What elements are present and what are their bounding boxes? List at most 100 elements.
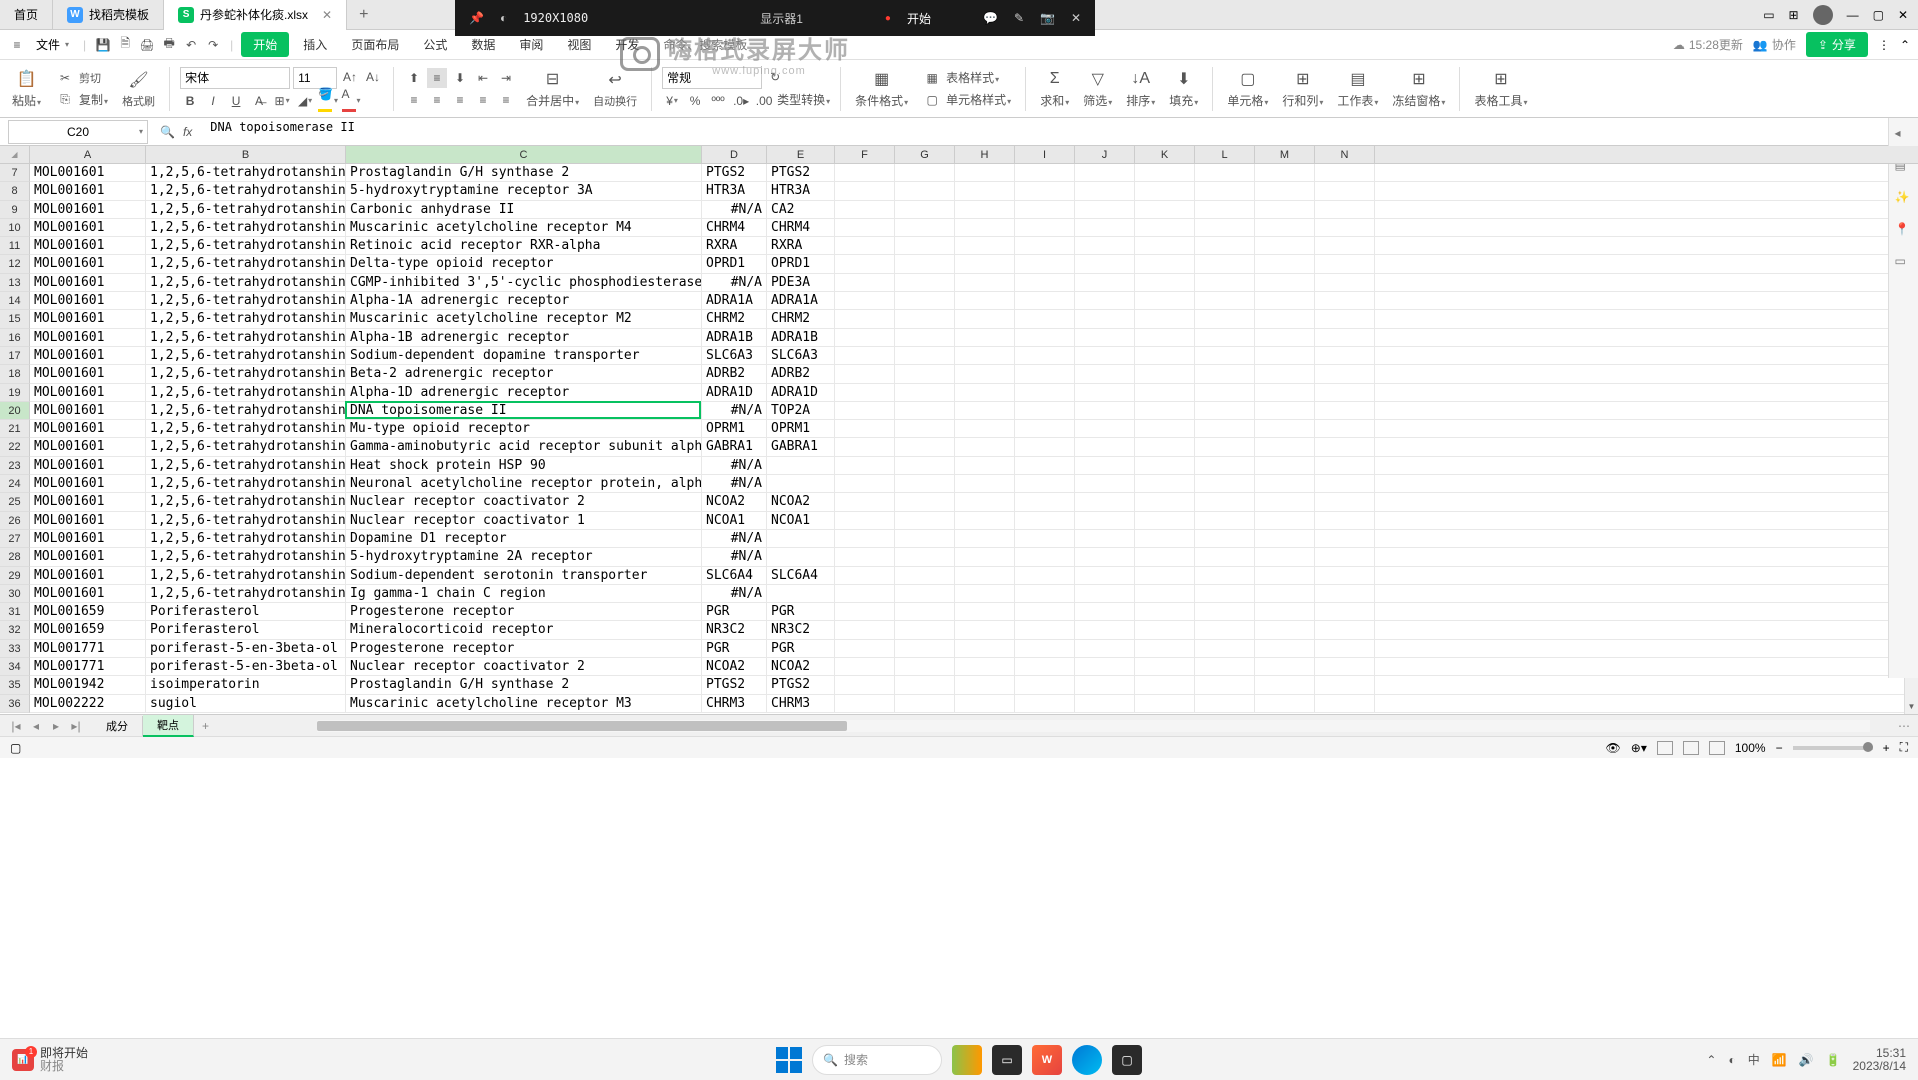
cell[interactable]: MOL001601 (30, 329, 146, 346)
cell[interactable] (1015, 658, 1075, 675)
spreadsheet-grid[interactable]: ◢ ABCDEFGHIJKLMN 78910111213141516171819… (0, 146, 1918, 714)
fx-icon[interactable]: fx (183, 125, 192, 139)
cell[interactable] (1315, 493, 1375, 510)
row-header[interactable]: 24 (0, 475, 30, 493)
cell[interactable]: #N/A (702, 530, 767, 547)
cell[interactable]: CHRM3 (767, 695, 835, 712)
task-wps-icon[interactable]: W (1032, 1045, 1062, 1075)
cell[interactable] (1135, 493, 1195, 510)
cell[interactable] (895, 402, 955, 419)
cell[interactable] (835, 402, 895, 419)
zoom-in-icon[interactable]: + (1883, 741, 1890, 755)
cell[interactable] (1195, 621, 1255, 638)
tools-button[interactable]: ⊞表格工具▾ (1470, 68, 1531, 109)
cell[interactable] (1255, 567, 1315, 584)
row-header[interactable]: 14 (0, 292, 30, 310)
cell[interactable] (1015, 585, 1075, 602)
increase-font-icon[interactable]: A↑ (340, 67, 360, 87)
cell[interactable] (955, 530, 1015, 547)
cell[interactable] (1135, 420, 1195, 437)
cell[interactable] (1195, 548, 1255, 565)
cell[interactable] (1015, 530, 1075, 547)
cell[interactable] (1315, 420, 1375, 437)
row-header[interactable]: 22 (0, 438, 30, 456)
cell[interactable] (1075, 475, 1135, 492)
cell[interactable] (1075, 201, 1135, 218)
panel-ai-icon[interactable]: ✨ (1895, 190, 1913, 208)
zoom-level[interactable]: 100% (1735, 741, 1766, 755)
cell[interactable] (1195, 219, 1255, 236)
table-style-button[interactable]: ▦表格样式▾ (918, 68, 1015, 88)
cell[interactable] (1255, 384, 1315, 401)
cell[interactable] (895, 329, 955, 346)
cell[interactable] (1255, 548, 1315, 565)
fill-button[interactable]: ⬇填充▾ (1165, 68, 1202, 109)
cell[interactable] (1255, 274, 1315, 291)
sheet-prev-icon[interactable]: ◂ (28, 719, 44, 733)
camera-icon[interactable]: 📷 (1040, 11, 1055, 25)
cell[interactable] (1075, 237, 1135, 254)
cell[interactable] (1255, 420, 1315, 437)
cell[interactable]: NR3C2 (767, 621, 835, 638)
cell[interactable]: PGR (767, 603, 835, 620)
task-app3-icon[interactable]: ▢ (1112, 1045, 1142, 1075)
cell[interactable]: SLC6A4 (767, 567, 835, 584)
align-middle-icon[interactable]: ≡ (427, 68, 447, 88)
cell[interactable]: PTGS2 (767, 164, 835, 181)
cell[interactable]: MOL001601 (30, 548, 146, 565)
row-header[interactable]: 35 (0, 676, 30, 694)
row-header[interactable]: 8 (0, 182, 30, 200)
cell[interactable]: GABRA1 (767, 438, 835, 455)
cell[interactable] (955, 237, 1015, 254)
formula-input[interactable]: DNA topoisomerase II (204, 120, 1918, 144)
row-header[interactable]: 7 (0, 164, 30, 182)
sheet-next-icon[interactable]: ▸ (48, 719, 64, 733)
cell[interactable] (1315, 548, 1375, 565)
tray-battery-icon[interactable]: 🔋 (1826, 1053, 1841, 1067)
cell[interactable]: Delta-type opioid receptor (346, 255, 702, 272)
cell[interactable] (955, 695, 1015, 712)
tray-ime-icon[interactable]: 中 (1748, 1051, 1760, 1068)
cell[interactable] (955, 219, 1015, 236)
cell[interactable] (1135, 237, 1195, 254)
cell[interactable]: MOL001601 (30, 219, 146, 236)
cell[interactable] (1315, 512, 1375, 529)
cell[interactable] (1195, 292, 1255, 309)
cell[interactable]: PDE3A (767, 274, 835, 291)
cell[interactable] (1135, 201, 1195, 218)
cell[interactable]: MOL001601 (30, 457, 146, 474)
cell[interactable]: MOL001601 (30, 310, 146, 327)
cell[interactable]: Alpha-1B adrenergic receptor (346, 329, 702, 346)
cell[interactable]: PGR (767, 640, 835, 657)
cell[interactable] (835, 237, 895, 254)
cell[interactable] (1315, 530, 1375, 547)
cell[interactable] (895, 310, 955, 327)
select-all-corner[interactable]: ◢ (0, 146, 30, 164)
cell[interactable] (1015, 384, 1075, 401)
cell[interactable] (895, 237, 955, 254)
cell[interactable] (895, 182, 955, 199)
cell[interactable]: NCOA2 (702, 658, 767, 675)
paste-button[interactable]: 📋粘贴▾ (8, 68, 45, 109)
cell-shape-icon[interactable]: ◢▾ (295, 91, 315, 111)
cell[interactable]: 1,2,5,6-tetrahydrotanshinone (146, 384, 346, 401)
taskbar-search[interactable]: 🔍搜索 (812, 1045, 942, 1075)
cell[interactable] (1195, 493, 1255, 510)
cell[interactable] (1315, 219, 1375, 236)
cell[interactable] (1315, 274, 1375, 291)
cell[interactable] (1015, 475, 1075, 492)
zoom-to-icon[interactable]: ⊕▾ (1631, 741, 1647, 755)
cell[interactable]: Alpha-1A adrenergic receptor (346, 292, 702, 309)
cell[interactable] (1195, 237, 1255, 254)
sync-status[interactable]: ☁ 15:28更新 (1673, 36, 1743, 53)
cell[interactable]: MOL002222 (30, 695, 146, 712)
cell[interactable] (1255, 219, 1315, 236)
cell[interactable] (955, 640, 1015, 657)
cell[interactable] (955, 621, 1015, 638)
cell[interactable]: MOL001659 (30, 621, 146, 638)
print-icon[interactable]: 🖨 (138, 36, 156, 54)
cell[interactable] (1015, 640, 1075, 657)
row-header[interactable]: 11 (0, 237, 30, 255)
cell[interactable] (1015, 201, 1075, 218)
cell[interactable] (895, 457, 955, 474)
